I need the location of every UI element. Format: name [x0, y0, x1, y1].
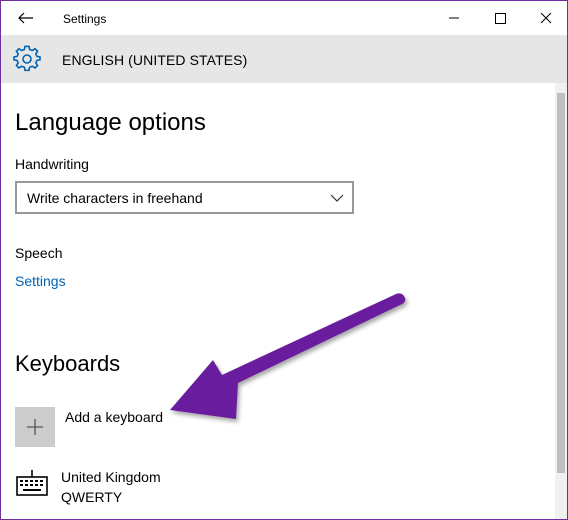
- handwriting-label: Handwriting: [15, 156, 89, 172]
- maximize-button[interactable]: [477, 3, 523, 33]
- handwriting-selected-value: Write characters in freehand: [27, 190, 203, 206]
- section-heading-language-options: Language options: [15, 109, 206, 136]
- minimize-icon: [449, 17, 459, 19]
- settings-window: Settings ENGLISH (UNITED STATES) Languag…: [0, 0, 568, 520]
- maximize-icon: [495, 13, 506, 24]
- handwriting-dropdown[interactable]: Write characters in freehand: [15, 181, 354, 214]
- title-bar: Settings: [1, 1, 567, 35]
- scrollbar-track[interactable]: [555, 83, 567, 519]
- back-button[interactable]: [11, 5, 41, 31]
- keyboard-name: United Kingdom: [61, 469, 161, 485]
- content-area: Language options Handwriting Write chara…: [1, 83, 555, 519]
- keyboard-layout: QWERTY: [61, 489, 123, 505]
- keyboard-icon: [16, 470, 48, 496]
- plus-icon: [27, 419, 43, 435]
- section-heading-keyboards: Keyboards: [15, 351, 121, 376]
- minimize-button[interactable]: [431, 3, 477, 33]
- back-arrow-icon: [18, 12, 33, 24]
- add-tile: [15, 407, 55, 447]
- add-keyboard-label: Add a keyboard: [65, 409, 164, 425]
- chevron-down-icon: [330, 194, 344, 202]
- keyboard-list-item[interactable]: United Kingdom QWERTY: [15, 467, 315, 511]
- gear-icon: [13, 45, 41, 72]
- page-title: ENGLISH (UNITED STATES): [62, 52, 248, 68]
- page-header: ENGLISH (UNITED STATES): [1, 35, 567, 83]
- window-title: Settings: [63, 12, 107, 26]
- scrollbar-thumb[interactable]: [557, 93, 565, 473]
- close-icon: [540, 12, 552, 24]
- close-button[interactable]: [523, 3, 568, 33]
- add-keyboard-button[interactable]: Add a keyboard: [15, 405, 265, 447]
- speech-label: Speech: [15, 245, 63, 261]
- speech-settings-link[interactable]: Settings: [15, 273, 66, 289]
